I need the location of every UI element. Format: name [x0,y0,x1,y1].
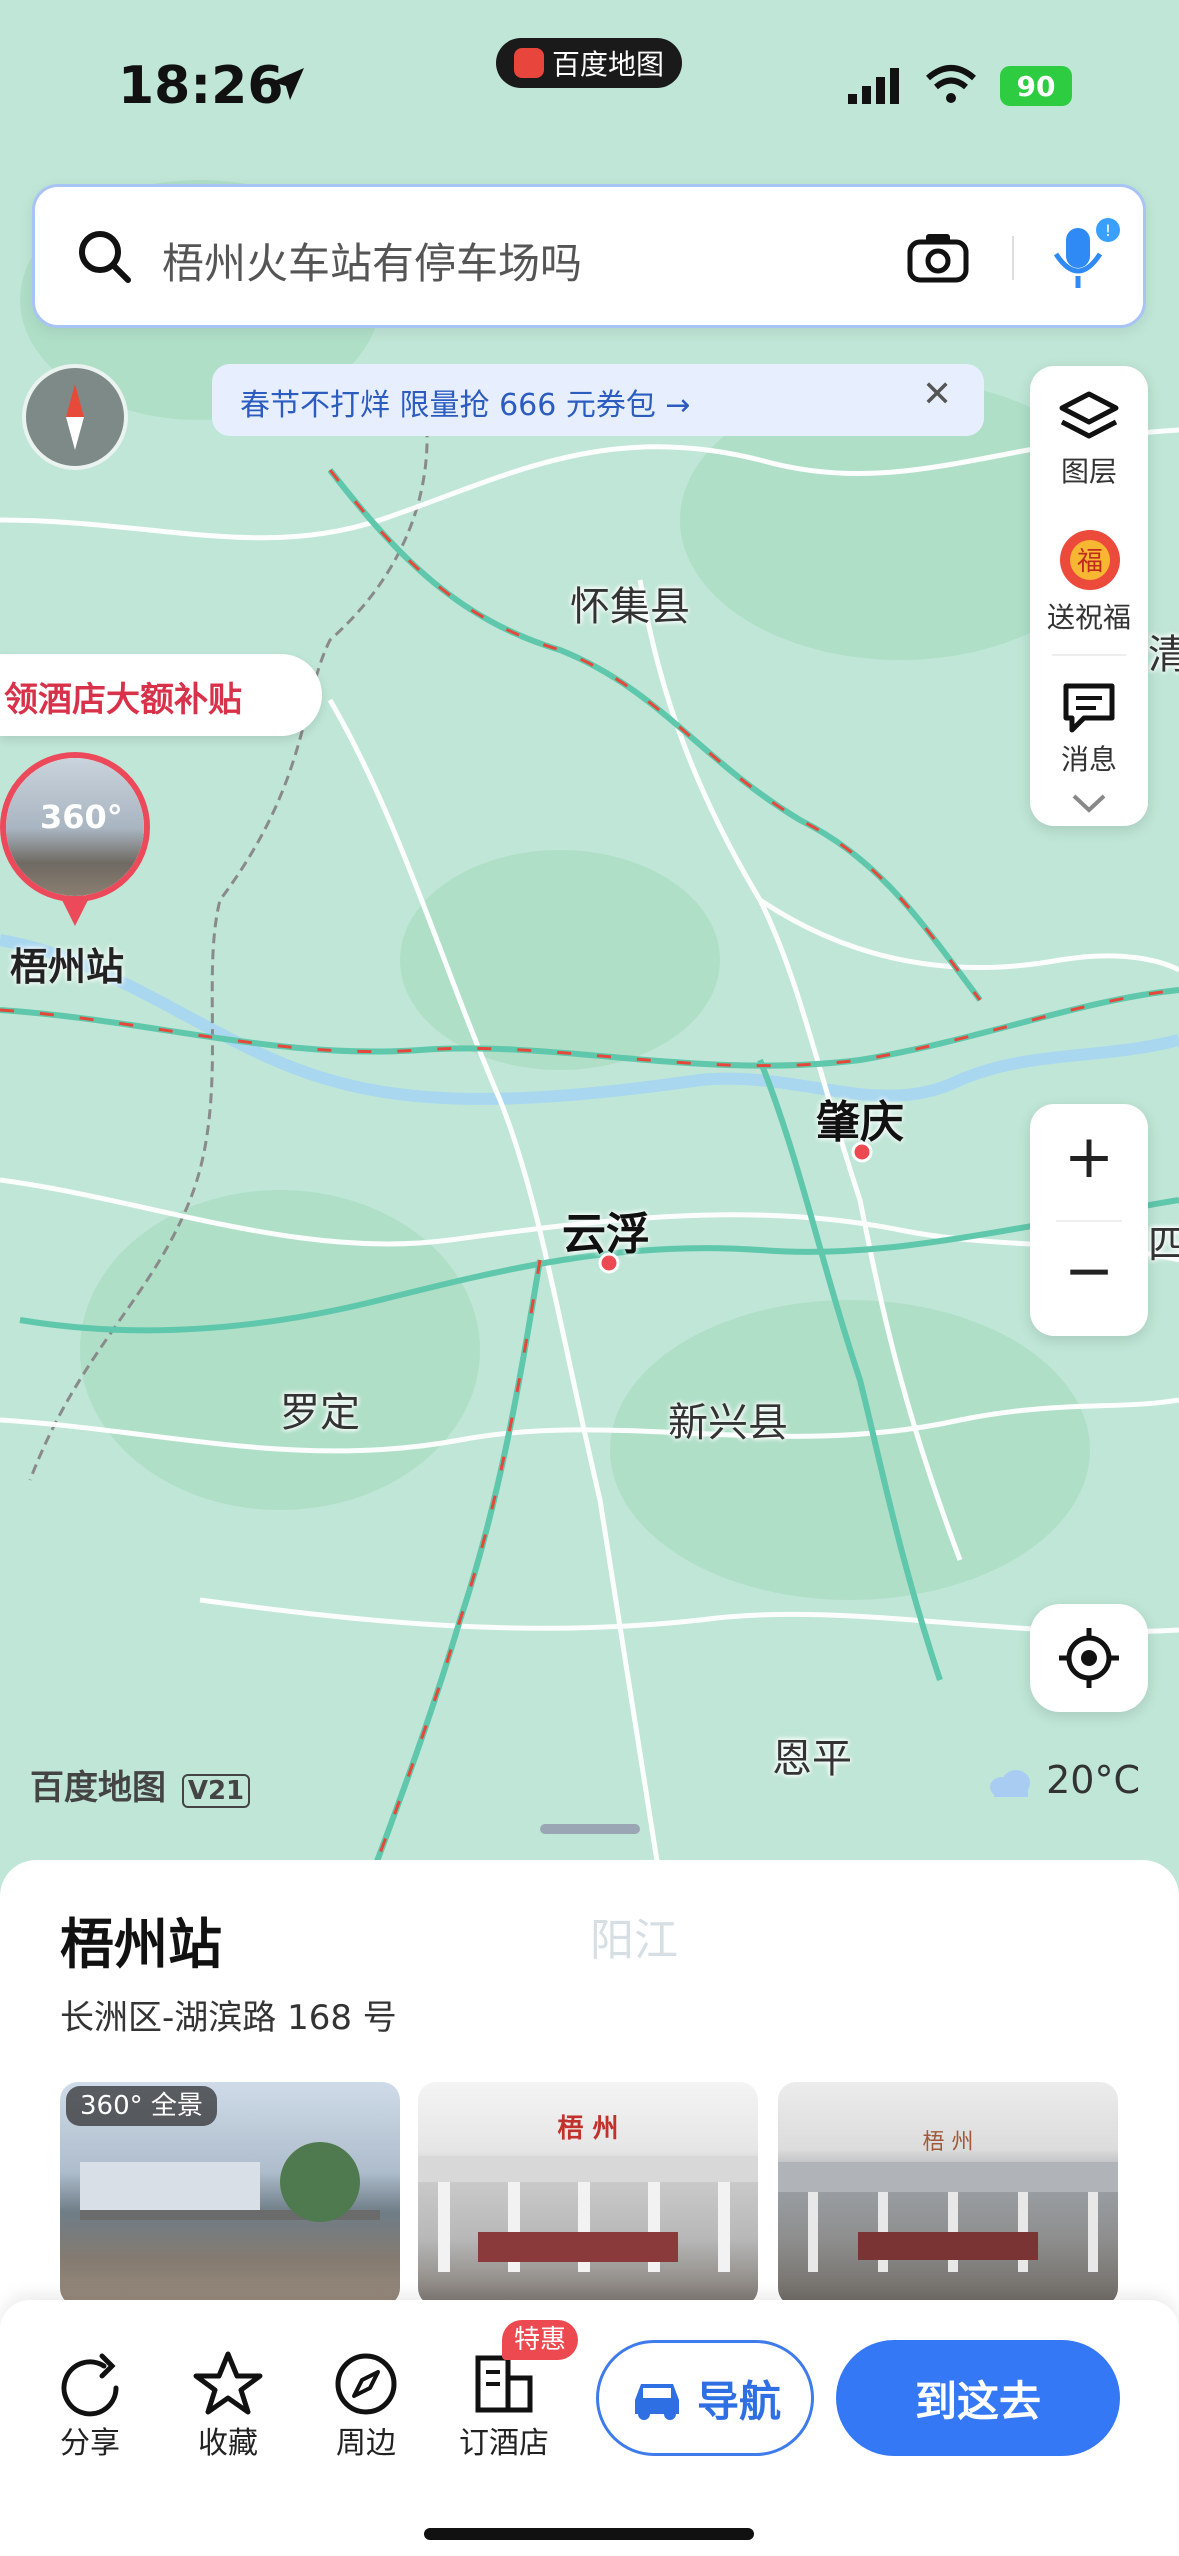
pin-360-label: 360° [40,798,123,836]
compass-nearby-icon[interactable] [326,2344,406,2424]
car-icon [634,2384,679,2420]
map-label-wuzhou-station[interactable]: 梧州站 [10,936,124,991]
share-icon[interactable] [50,2344,130,2424]
map-label-zhaoqing[interactable]: 肇庆 [816,1086,904,1150]
app-badge[interactable]: 百度地图 [496,38,682,88]
camera-icon[interactable] [906,228,970,284]
station-photo-3 [778,2162,1118,2272]
zoom-out-button[interactable]: − [1030,1236,1148,1306]
cloud-icon [990,1769,1030,1797]
layers-icon[interactable] [1058,390,1120,446]
location-arrow-icon [272,68,304,100]
locate-icon [1059,1628,1119,1688]
share-button[interactable]: 分享 [30,2418,150,2462]
photo-station-facade[interactable]: 梧 州 [778,2082,1118,2306]
app-badge-label: 百度地图 [551,48,664,81]
battery-indicator: 90 [1000,66,1072,106]
map-label-edge-partial[interactable]: 四区 [1148,1212,1179,1270]
search-input[interactable]: 梧州火车站有停车场吗 [162,230,582,291]
temperature: 20°C [1046,1758,1140,1802]
wifi-icon [926,65,976,103]
map-label-qing-partial[interactable]: 清 [1148,622,1179,680]
special-offer-badge: 特惠 [502,2320,579,2360]
watermark-version: V21 [181,1774,251,1808]
station-photo-2 [418,2156,758,2272]
svg-text:!: ! [1105,221,1111,240]
panorama-badge: 360° 全景 [66,2086,217,2126]
hotel-subsidy-text[interactable]: 领酒店大额补贴 [4,672,242,721]
promo-banner-text[interactable]: 春节不打烊 限量抢 666 元券包 → [240,380,691,424]
layers-button-label[interactable]: 图层 [1030,450,1148,490]
search-icon [79,231,131,283]
home-indicator[interactable] [424,2528,754,2540]
map-label-yunfu[interactable]: 云浮 [562,1198,650,1262]
nearby-button[interactable]: 周边 [306,2418,426,2462]
go-here-button[interactable]: 到这去 [836,2340,1120,2456]
star-icon[interactable] [188,2344,268,2424]
svg-text:福: 福 [1077,547,1103,577]
pin-tail-icon [60,896,90,926]
book-hotel-button[interactable]: 订酒店 [444,2418,564,2462]
navigate-button[interactable]: 导航 [596,2340,814,2456]
baidu-map-logo-icon [513,48,544,78]
photo-station-front[interactable]: 梧 州 [418,2082,758,2306]
chevron-down-icon[interactable] [1070,790,1108,816]
station-360-pin[interactable]: 360° [0,752,150,902]
navigate-label: 导航 [696,2376,781,2426]
microphone-icon[interactable]: ! [1042,214,1122,294]
map-label-enping[interactable]: 恩平 [772,1726,852,1784]
divider [1012,236,1014,280]
map-label-luoding[interactable]: 罗定 [280,1380,360,1438]
messages-button-label[interactable]: 消息 [1030,738,1148,778]
place-title: 梧州站 [60,1913,222,1976]
message-icon[interactable] [1060,680,1118,736]
promo-close-button[interactable]: ✕ [922,374,952,415]
baidu-map-watermark: 百度地图 V21 [30,1760,251,1809]
map-label-xinxing[interactable]: 新兴县 [668,1390,788,1448]
divider [1052,654,1126,656]
compass-icon [66,384,84,450]
weather-indicator[interactable]: 20°C [986,1758,1140,1802]
map-label-huaiji[interactable]: 怀集县 [570,574,690,632]
blessing-icon[interactable]: 福 [1050,526,1128,596]
sheet-drag-handle[interactable] [540,1824,640,1834]
signal-icon [848,68,899,104]
map-label-yangjiang: 阳江 [590,1915,678,1966]
blessing-button-label[interactable]: 送祝福 [1030,596,1148,636]
place-address: 长洲区-湖滨路 168 号 [60,1998,397,2038]
divider [1056,1220,1122,1222]
status-time: 18:26 [118,56,284,116]
zoom-in-button[interactable]: + [1030,1122,1148,1192]
favorite-button[interactable]: 收藏 [168,2418,288,2462]
